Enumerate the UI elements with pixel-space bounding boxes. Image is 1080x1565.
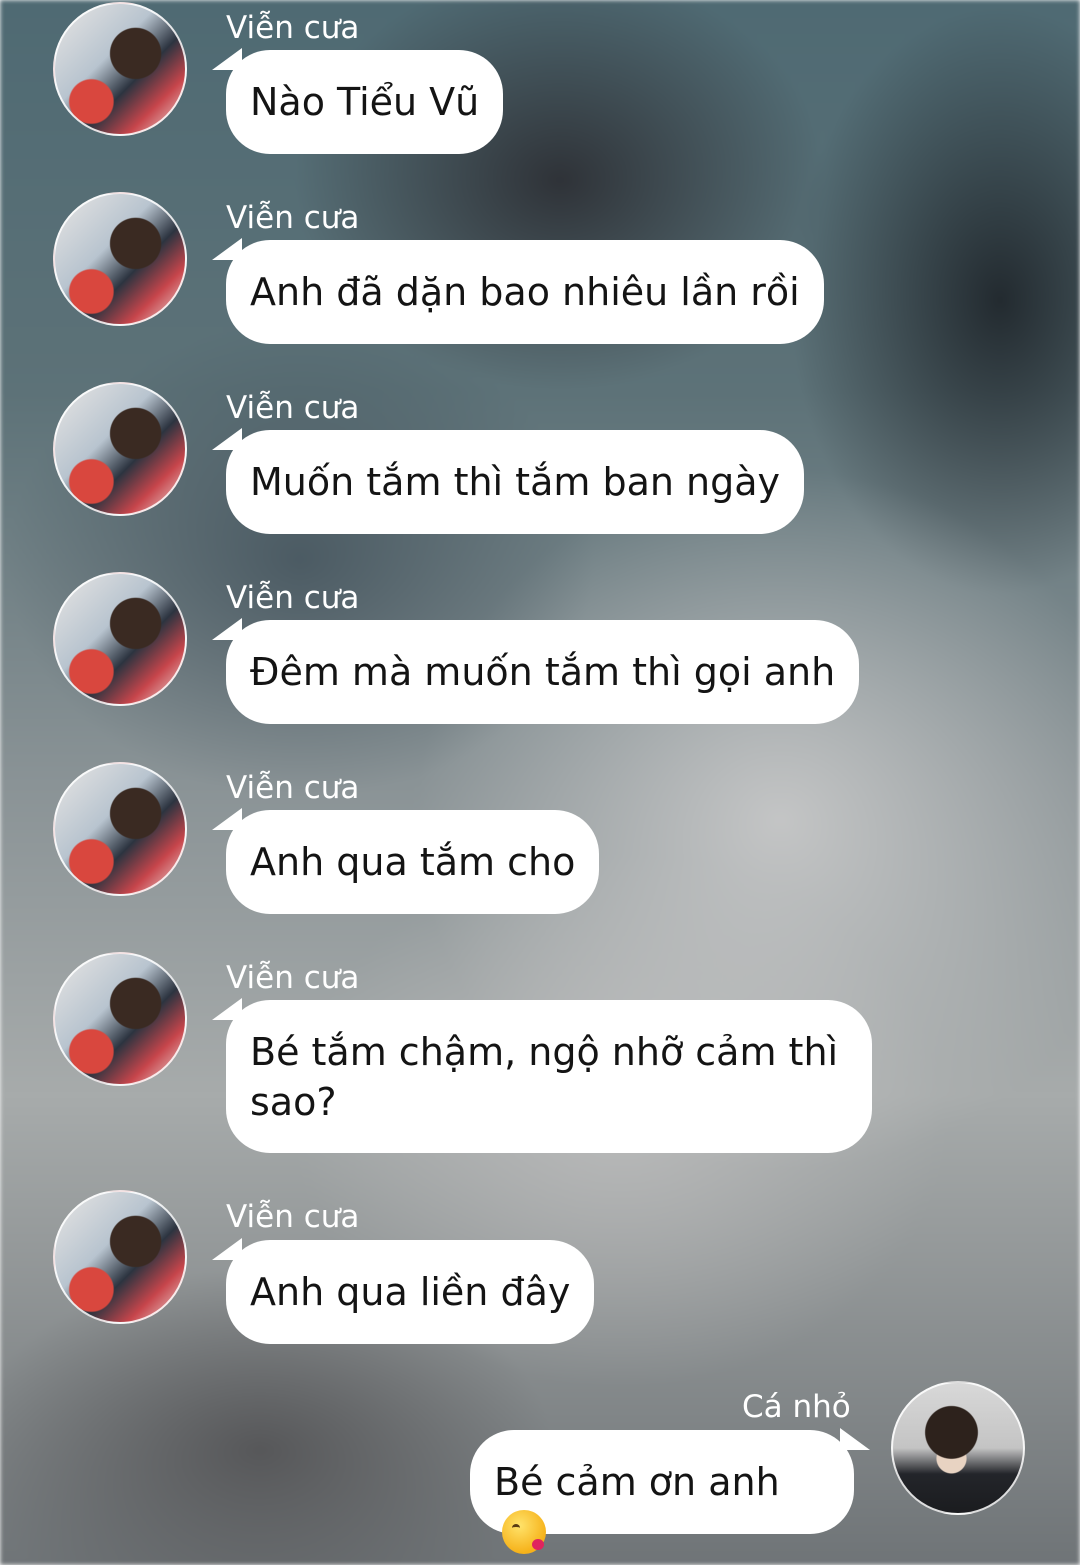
message-bubble[interactable]: Anh đã dặn bao nhiêu lần rồi [226, 240, 824, 344]
sender-name: Viễn cưa [226, 770, 360, 806]
message-bubble[interactable]: Đêm mà muốn tắm thì gọi anh [226, 620, 860, 724]
sender-name: Viễn cưa [226, 390, 360, 426]
kissing-face-emoji-icon [502, 1509, 546, 1554]
avatar-vien-cua[interactable] [53, 952, 187, 1086]
sender-name: Viễn cưa [226, 580, 360, 616]
message-bubble[interactable]: Bé tắm chậm, ngộ nhỡ cảm thì sao? [226, 1000, 872, 1153]
sender-name: Viễn cưa [226, 1199, 360, 1235]
message-bubble[interactable]: Bé cảm ơn anh [470, 1430, 854, 1554]
sender-name: Viễn cưa [226, 200, 360, 236]
message-text: Bé cảm ơn anh [494, 1460, 780, 1504]
avatar-vien-cua[interactable] [53, 192, 187, 326]
avatar-vien-cua[interactable] [53, 382, 187, 516]
avatar-vien-cua[interactable] [53, 1190, 187, 1324]
message-bubble[interactable]: Muốn tắm thì tắm ban ngày [226, 430, 805, 534]
avatar-vien-cua[interactable] [53, 572, 187, 706]
sender-name: Cá nhỏ [742, 1389, 851, 1425]
avatar-vien-cua[interactable] [53, 2, 187, 136]
message-bubble[interactable]: Anh qua liền đây [226, 1240, 595, 1344]
message-bubble[interactable]: Nào Tiểu Vũ [226, 50, 504, 154]
sender-name: Viễn cưa [226, 10, 360, 46]
sender-name: Viễn cưa [226, 960, 360, 996]
avatar-ca-nho[interactable] [891, 1381, 1025, 1515]
avatar-vien-cua[interactable] [53, 762, 187, 896]
message-bubble[interactable]: Anh qua tắm cho [226, 810, 600, 914]
